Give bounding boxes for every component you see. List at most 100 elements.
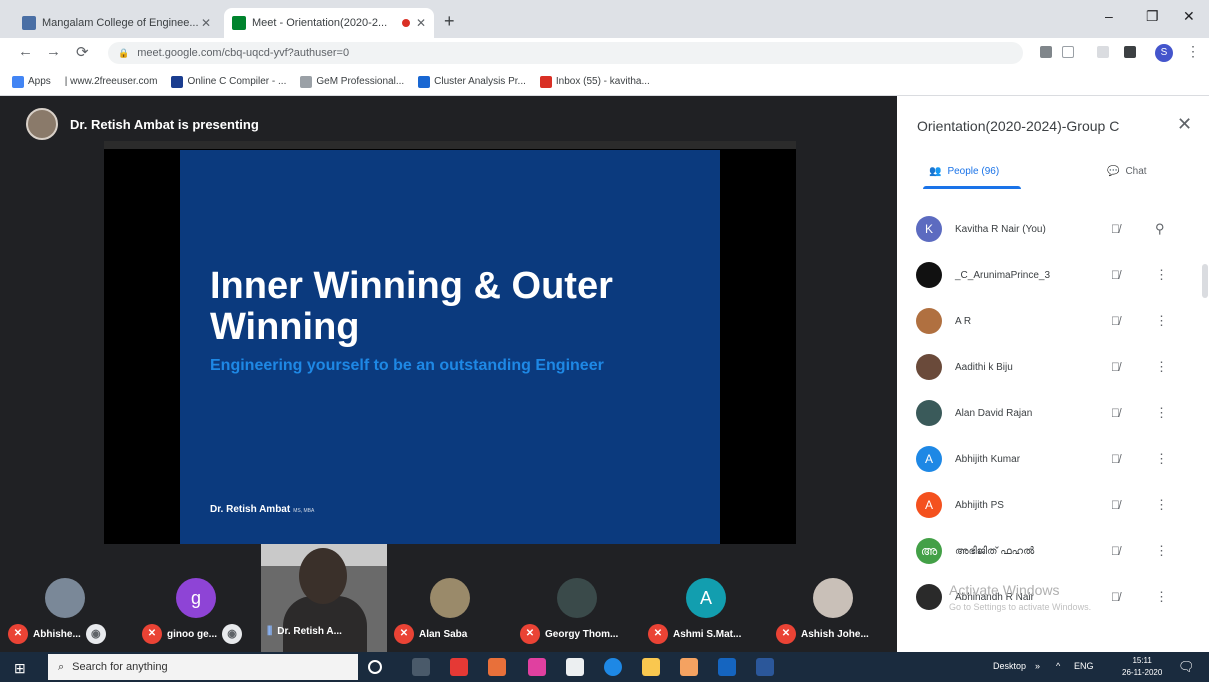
avatar: A [686, 578, 726, 618]
speaker-video-tile[interactable]: ⦀ Dr. Retish A... [261, 544, 387, 652]
avatar [916, 354, 942, 380]
browser-menu-icon[interactable]: ⋮ [1186, 43, 1200, 60]
back-button[interactable]: ← [18, 43, 33, 60]
new-tab-button[interactable]: + [444, 11, 455, 32]
close-panel-button[interactable]: ✕ [1177, 114, 1192, 135]
tab-mangalam-college[interactable]: Mangalam College of Enginee... ✕ [14, 8, 219, 38]
participant-row[interactable]: A Abhijith Kumar 🎙̸ ⋮ [897, 436, 1209, 482]
panel-scrollbar[interactable] [1202, 264, 1208, 298]
bookmark-online-compiler[interactable]: Online C Compiler - ... [171, 75, 286, 88]
participant-tile[interactable]: ✕ Alan Saba [390, 544, 510, 648]
bookmark-gmail-inbox[interactable]: Inbox (55) - kavitha... [539, 75, 650, 88]
reload-button[interactable]: ⟳ [76, 43, 89, 61]
desktop-toolbar[interactable]: Desktop [993, 661, 1026, 671]
mic-off-icon: 🎙̸ [1111, 498, 1120, 512]
language-indicator[interactable]: ENG [1074, 661, 1094, 671]
slide-title: Inner Winning & Outer Winning [210, 265, 613, 348]
tab-title: Mangalam College of Enginee... [42, 17, 199, 29]
participant-row[interactable]: അ അഭിജിത് ഫഹൽ 🎙̸ ⋮ [897, 528, 1209, 574]
participant-tile[interactable]: g ✕ ginoo ge... ◉ [134, 544, 258, 648]
active-tab-indicator [923, 186, 1021, 189]
chrome-app-icon[interactable] [680, 658, 698, 676]
tab-people[interactable]: 👥 People (96) [929, 166, 999, 177]
bookmark-apps[interactable]: Apps [12, 75, 51, 88]
more-options-icon[interactable]: ⋮ [1155, 405, 1168, 421]
activate-windows-hint: Go to Settings to activate Windows. [949, 602, 1092, 612]
more-options-icon[interactable]: ⋮ [1155, 359, 1168, 375]
taskbar-search[interactable]: ⌕ Search for anything [48, 654, 358, 680]
more-options-icon[interactable]: ⋮ [1155, 543, 1168, 559]
camera-icon: ◉ [222, 624, 242, 644]
participant-tile[interactable]: ✕ Georgy Thom... [514, 544, 640, 648]
participant-row[interactable]: K Kavitha R Nair (You) 🎙̸ ⚲ [897, 206, 1209, 252]
participant-name: Alan David Rajan [955, 407, 1033, 419]
extension-icon[interactable] [1097, 46, 1109, 58]
task-view-icon[interactable] [412, 658, 430, 676]
participant-row[interactable]: Aadithi k Biju 🎙̸ ⋮ [897, 344, 1209, 390]
participant-tile[interactable]: ✕ Abhishe... ◉ [0, 544, 130, 648]
tab-chat[interactable]: 💬 Chat [1107, 166, 1147, 177]
file-explorer-icon[interactable] [642, 658, 660, 676]
bookmark-cluster-analysis[interactable]: Cluster Analysis Pr... [418, 75, 526, 88]
url-bar[interactable]: 🔒 meet.google.com/cbq-uqcd-yvf?authuser=… [108, 42, 1023, 64]
maximize-button[interactable]: ❐ [1146, 8, 1159, 25]
ms-store-icon[interactable] [566, 658, 584, 676]
participant-name: ginoo ge... [167, 628, 217, 640]
search-icon: ⌕ [58, 660, 65, 673]
gmail-icon [539, 75, 552, 88]
filezilla-icon[interactable] [450, 658, 468, 676]
participant-row[interactable]: A Abhijith PS 🎙̸ ⋮ [897, 482, 1209, 528]
participant-row[interactable]: A R 🎙̸ ⋮ [897, 298, 1209, 344]
more-options-icon[interactable]: ⋮ [1155, 313, 1168, 329]
bookmarks-bar: Apps | www.2freeuser.com Online C Compil… [0, 68, 1209, 96]
slide-author: Dr. Retish Ambat MS, MBA [210, 504, 315, 515]
participant-name: Aadithi k Biju [955, 361, 1013, 373]
close-tab-icon[interactable]: ✕ [416, 16, 426, 30]
puzzle-extensions-icon[interactable] [1124, 46, 1136, 58]
more-options-icon[interactable]: ⋮ [1155, 497, 1168, 513]
tab-google-meet[interactable]: Meet - Orientation(2020-2... ✕ [224, 8, 434, 38]
participant-row[interactable]: Alan David Rajan 🎙̸ ⋮ [897, 390, 1209, 436]
participant-row[interactable]: _C_ArunimaPrince_3 🎙̸ ⋮ [897, 252, 1209, 298]
more-options-icon[interactable]: ⋮ [1155, 267, 1168, 283]
more-options-icon[interactable]: ⋮ [1155, 451, 1168, 467]
store-app-icon[interactable] [528, 658, 546, 676]
mic-off-icon: 🎙̸ [1111, 590, 1120, 604]
site-favicon-icon [22, 16, 36, 30]
browser-tab-strip: Mangalam College of Enginee... ✕ Meet - … [0, 0, 1209, 38]
bookmark-gem[interactable]: GeM Professional... [300, 75, 404, 88]
participant-name: Dr. Retish A... [277, 626, 342, 637]
mic-off-icon: 🎙̸ [1111, 314, 1120, 328]
participant-tile[interactable]: A ✕ Ashmi S.Mat... [644, 544, 768, 648]
star-bookmark-icon[interactable] [1062, 46, 1074, 58]
mic-off-icon: ✕ [142, 624, 162, 644]
word-doc-icon[interactable] [756, 658, 774, 676]
forward-button[interactable]: → [46, 43, 61, 60]
presenter-banner-text: Dr. Retish Ambat is presenting [70, 116, 259, 132]
notification-icon[interactable]: 🗨 [1178, 659, 1195, 675]
close-window-button[interactable]: ✕ [1183, 8, 1195, 25]
avatar: അ [916, 538, 942, 564]
clock[interactable]: 15:11 26-11-2020 [1122, 655, 1162, 679]
powerpoint-icon[interactable] [488, 658, 506, 676]
profile-avatar[interactable]: S [1155, 44, 1173, 62]
bookmark-2freeuser[interactable]: | www.2freeuser.com [65, 76, 158, 87]
slide-subtitle: Engineering yourself to be an outstandin… [210, 357, 604, 374]
cortana-icon[interactable] [368, 660, 382, 674]
minimize-button[interactable]: – [1105, 8, 1113, 24]
participant-name: A R [955, 315, 972, 327]
tray-arrow-icon[interactable]: ^ [1056, 661, 1060, 671]
close-tab-icon[interactable]: ✕ [201, 16, 211, 30]
pin-icon[interactable]: ⚲ [1155, 221, 1165, 237]
chevron-up-icon[interactable]: » [1035, 661, 1040, 671]
word-icon[interactable] [718, 658, 736, 676]
people-panel: Orientation(2020-2024)-Group C ✕ 👥 Peopl… [897, 96, 1209, 652]
cluster-icon [418, 75, 431, 88]
url-text: meet.google.com/cbq-uqcd-yvf?authuser=0 [137, 47, 350, 59]
edge-icon[interactable] [604, 658, 622, 676]
camera-permission-icon[interactable] [1040, 46, 1052, 58]
more-options-icon[interactable]: ⋮ [1155, 589, 1168, 605]
participant-tile[interactable]: ✕ Ashish Johe... [772, 544, 894, 648]
presenter-banner: Dr. Retish Ambat is presenting [26, 108, 259, 140]
windows-start-icon[interactable]: ⊞ [14, 660, 26, 677]
